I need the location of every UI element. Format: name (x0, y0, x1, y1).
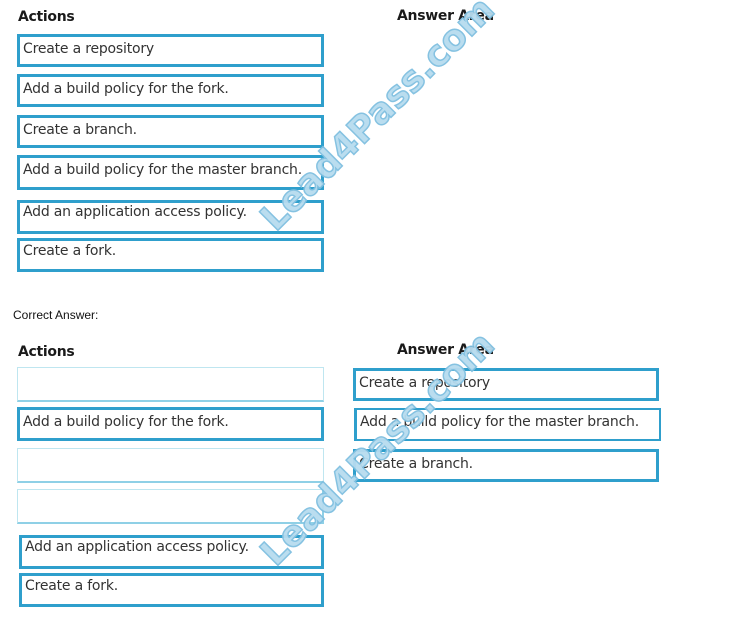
action-item[interactable]: Create a repository (17, 34, 324, 67)
answer-area-heading: Answer Area (397, 342, 494, 358)
actions-heading: Actions (18, 344, 75, 360)
action-item[interactable]: Add a build policy for the fork. (17, 407, 324, 441)
action-item[interactable]: Create a fork. (17, 238, 324, 272)
action-item[interactable]: Add a build policy for the fork. (17, 74, 324, 107)
correct-answer-label: Correct Answer: (13, 308, 99, 322)
empty-action-slot (17, 448, 324, 483)
empty-action-slot (17, 367, 324, 402)
answer-item[interactable]: Create a repository (353, 368, 659, 401)
action-item[interactable]: Create a fork. (19, 573, 324, 607)
actions-heading: Actions (18, 9, 75, 25)
action-item[interactable]: Add an application access policy. (19, 535, 324, 569)
empty-action-slot (17, 489, 324, 524)
action-item[interactable]: Create a branch. (17, 115, 324, 148)
answer-area-heading: Answer Area (397, 8, 494, 24)
answer-item[interactable]: Create a branch. (353, 449, 659, 482)
action-item[interactable]: Add a build policy for the master branch… (17, 155, 324, 190)
answer-item[interactable]: Add a build policy for the master branch… (354, 408, 661, 441)
action-item[interactable]: Add an application access policy. (17, 200, 324, 234)
